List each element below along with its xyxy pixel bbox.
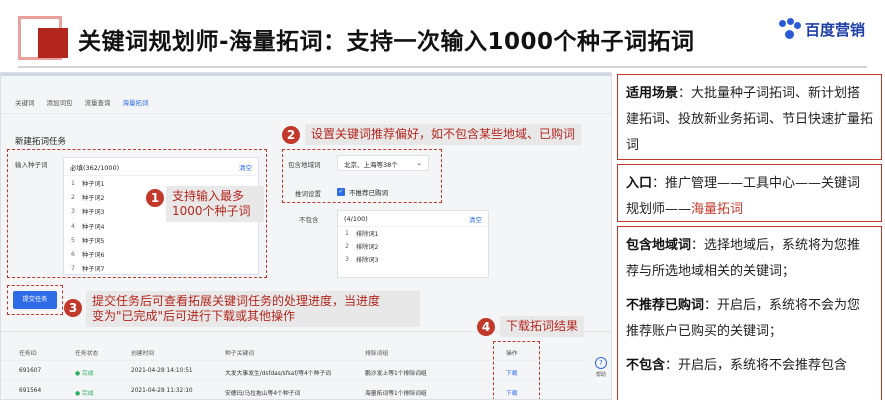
status-badge: ● 完成 bbox=[75, 371, 94, 377]
tab-traffic-query[interactable]: 流量查询 bbox=[85, 97, 111, 107]
note-scenarios-title: 适用场景 bbox=[626, 86, 679, 101]
note-scenarios: 适用场景：大批量种子词拓词、新计划搭建拓词、投放新业务拓词、节日快速扩量拓词 bbox=[617, 74, 882, 160]
tabs-divider bbox=[1, 113, 611, 114]
exclude-count: (4/100) bbox=[344, 214, 368, 223]
callout-1-line1: 支持输入最多 bbox=[172, 189, 245, 203]
breadcrumb-tabs: 关键词 添加词包 流量查询 海量拓词 bbox=[15, 97, 149, 107]
help-icon: ? bbox=[595, 357, 607, 369]
note-region-title: 包含地域词 bbox=[626, 238, 692, 253]
help-label: 帮助 bbox=[595, 372, 606, 378]
note-options: 包含地域词：选择地域后，系统将为您推荐与所选地域相关的关键词； 不推荐已购词：开… bbox=[617, 226, 882, 400]
list-item: 1 排除词1 bbox=[345, 230, 379, 238]
tab-mass-expand[interactable]: 海量拓词 bbox=[123, 97, 149, 107]
note-entry-highlight: 海量拓词 bbox=[691, 202, 744, 217]
callout-1: 支持输入最多 1000个种子词 bbox=[166, 186, 264, 222]
callout-3: 提交任务后可查看拓展关键词任务的处理进度，当进度 变为"已完成"后可进行下载或其… bbox=[86, 291, 420, 327]
note-exclude-title: 不包含 bbox=[626, 358, 666, 373]
tab-keywords[interactable]: 关键词 bbox=[15, 97, 35, 107]
section-title: 新建拓词任务 bbox=[15, 137, 67, 147]
note-entry: 入口：推广管理——工具中心——关键词规划师——海量拓词 bbox=[617, 164, 882, 222]
help-button[interactable]: ? 帮助 bbox=[591, 357, 611, 378]
exclude-clear-link[interactable]: 清空 bbox=[469, 214, 482, 224]
exclude-word-input[interactable]: (4/100) 清空 1 排除词1 2 排除词2 3 排除词3 bbox=[337, 210, 489, 278]
exclude-input-header: (4/100) 清空 bbox=[338, 211, 488, 227]
baidu-paw-icon bbox=[778, 18, 801, 40]
exclude-label: 不包含 bbox=[299, 216, 319, 224]
app-top-bar bbox=[1, 73, 611, 76]
brand-logo: 百度营销 bbox=[778, 18, 865, 40]
list-item: 3 排除词3 bbox=[345, 256, 379, 264]
callout-badge-4: 4 bbox=[477, 318, 495, 336]
title-divider bbox=[18, 66, 867, 68]
callout-3-line2: 变为"已完成"后可进行下载或其他操作 bbox=[92, 309, 296, 323]
status-badge: ● 完成 bbox=[75, 391, 94, 397]
callout-3-line1: 提交任务后可查看拓展关键词任务的处理进度，当进度 bbox=[92, 294, 381, 308]
callout-badge-1: 1 bbox=[146, 189, 164, 207]
slide-title: 关键词规划师-海量拓词：支持一次输入1000个种子词拓词 bbox=[78, 29, 695, 55]
callout-1-line2: 1000个种子词 bbox=[172, 204, 251, 218]
highlight-box-options bbox=[282, 149, 442, 203]
title-decoration-square bbox=[38, 28, 68, 58]
callout-badge-2: 2 bbox=[282, 126, 300, 144]
callout-2: 设置关键词推荐偏好，如不包含某些地域、已购词 bbox=[305, 124, 582, 145]
note-exclude-text: ：开启后，系统将不会推荐包含 bbox=[665, 358, 848, 373]
list-item: 2 排除词2 bbox=[345, 243, 379, 251]
tab-add-package[interactable]: 添加词包 bbox=[47, 97, 73, 107]
callout-4: 下载拓词结果 bbox=[500, 316, 585, 337]
highlight-box-download bbox=[493, 341, 540, 399]
tool-screenshot: 关键词 添加词包 流量查询 海量拓词 新建拓词任务 输入种子词 必填(362/1… bbox=[0, 72, 612, 400]
callout-badge-3: 3 bbox=[64, 299, 82, 317]
highlight-box-submit bbox=[7, 285, 63, 315]
note-purchased-title: 不推荐已购词 bbox=[626, 298, 705, 313]
note-entry-title: 入口 bbox=[626, 176, 653, 191]
brand-name: 百度营销 bbox=[804, 20, 865, 39]
